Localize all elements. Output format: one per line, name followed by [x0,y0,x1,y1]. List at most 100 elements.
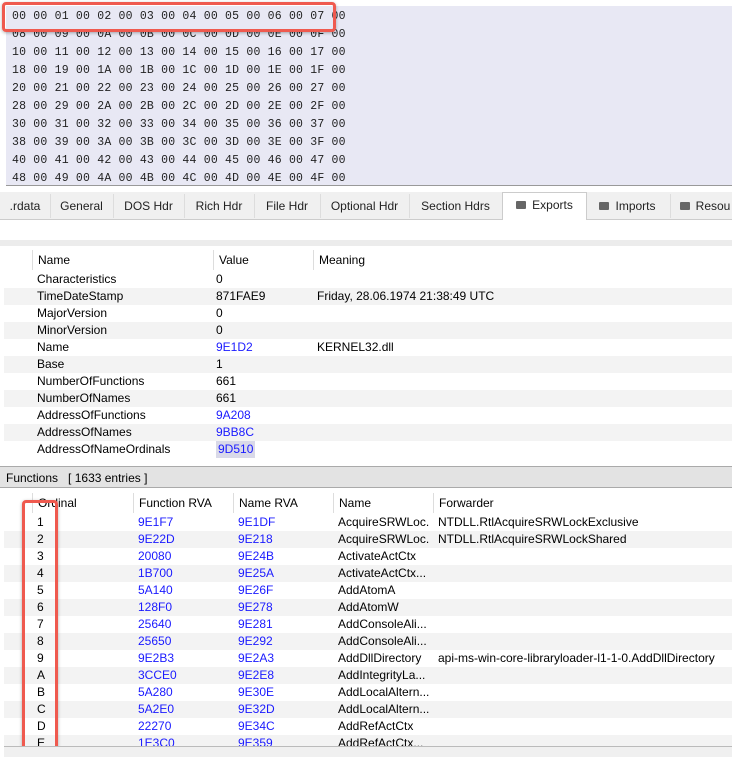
function-name: AddIntegrityLa... [338,668,426,682]
table-row[interactable]: TimeDateStamp 871FAE9 Friday, 28.06.1974 2… [4,288,732,305]
table-row[interactable]: D 22270 9E34C AddRefActCtx [4,718,732,735]
field-value[interactable]: 871FAE9 [216,288,265,305]
function-rva[interactable]: 9E22D [138,531,175,548]
tab-richhdr[interactable]: Rich Hdr [184,194,255,218]
function-rva[interactable]: 1E3C0 [138,735,175,746]
field-value[interactable]: 661 [216,390,236,407]
table-row[interactable]: NumberOfFunctions 661 [4,373,732,390]
name-rva[interactable]: 9E2E8 [238,667,274,684]
tab-doshdr[interactable]: DOS Hdr [113,194,185,218]
table-row[interactable]: AddressOfFunctions 9A208 [4,407,732,424]
table-row[interactable]: 9 9E2B3 9E2A3 AddDllDirectory api-ms-win-cor… [4,650,732,667]
field-value[interactable]: 0 [216,322,223,339]
field-value[interactable]: 9A208 [216,407,251,424]
table-row[interactable]: 8 25650 9E292 AddConsoleAli... [4,633,732,650]
table-row[interactable]: NumberOfNames 661 [4,390,732,407]
field-name: MinorVersion [37,323,108,337]
column-header-value[interactable]: Value [213,250,249,270]
hex-row: 38 00 39 00 3A 00 3B 00 3C 00 3D 00 3E 0… [12,136,346,149]
function-rva[interactable]: 5A140 [138,582,173,599]
function-rva[interactable]: 25640 [138,616,171,633]
function-name: AddRefActCtx... [338,736,424,746]
name-rva[interactable]: 9E281 [238,616,273,633]
functions-header-bar: Functions [ 1633 entries ] [0,466,732,488]
tab-optionalhdr[interactable]: Optional Hdr [320,194,410,218]
function-rva[interactable]: 3CCE0 [138,667,177,684]
function-rva[interactable]: 128F0 [138,599,172,616]
name-rva[interactable]: 9E278 [238,599,273,616]
hex-view[interactable]: 00 00 01 00 02 00 03 00 04 00 05 00 06 0… [6,6,732,186]
name-rva[interactable]: 9E32D [238,701,275,718]
tab-label: Imports [615,199,656,213]
field-meaning: Friday, 28.06.1974 21:38:49 UTC [317,289,495,303]
column-header-name[interactable]: Name [333,493,371,513]
table-row[interactable]: Name 9E1D2 KERNEL32.dll [4,339,732,356]
tab-sectionhdrs[interactable]: Section Hdrs [409,194,503,218]
function-rva[interactable]: 25650 [138,633,171,650]
name-rva[interactable]: 9E26F [238,582,273,599]
tab-general[interactable]: General [50,194,114,218]
column-header-name[interactable]: Name [32,250,70,270]
name-rva[interactable]: 9E30E [238,684,274,701]
tab-filehdr[interactable]: File Hdr [254,194,321,218]
table-row[interactable]: E 1E3C0 9E359 AddRefActCtx... [4,735,732,746]
field-value[interactable]: 0 [216,271,223,288]
table-row[interactable]: 6 128F0 9E278 AddAtomW [4,599,732,616]
name-rva[interactable]: 9E359 [238,735,273,746]
table-row[interactable]: AddressOfNameOrdinals 9D510 [4,441,732,458]
table-row[interactable]: C 5A2E0 9E32D AddLocalAltern... [4,701,732,718]
function-rva[interactable]: 5A2E0 [138,701,174,718]
name-rva[interactable]: 9E24B [238,548,274,565]
table-row[interactable]: MajorVersion 0 [4,305,732,322]
table-row[interactable]: 7 25640 9E281 AddConsoleAli... [4,616,732,633]
column-header-forwarder[interactable]: Forwarder [433,493,494,513]
table-row[interactable]: A 3CCE0 9E2E8 AddIntegrityLa... [4,667,732,684]
column-header-meaning[interactable]: Meaning [313,250,365,270]
tab-rdata[interactable]: .rdata [0,194,51,218]
field-value[interactable]: 661 [216,373,236,390]
function-name: AddAtomA [338,583,396,597]
name-rva[interactable]: 9E1DF [238,514,275,531]
name-rva[interactable]: 9E218 [238,531,273,548]
table-row[interactable]: 2 9E22D 9E218 AcquireSRWLoc... NTDLL.RtlAcqu… [4,531,732,548]
field-value[interactable]: 0 [216,305,223,322]
field-value[interactable]: 9D510 [216,441,256,458]
function-rva[interactable]: 1B700 [138,565,173,582]
function-name: AcquireSRWLoc... [338,515,430,529]
horizontal-scrollbar[interactable] [4,746,732,757]
functions-count: [ 1633 entries ] [68,471,148,485]
field-value[interactable]: 9E1D2 [216,339,253,356]
table-row[interactable]: Characteristics 0 [4,271,732,288]
function-name: ActivateActCtx [338,549,417,563]
field-value[interactable]: 1 [216,356,223,373]
field-value[interactable]: 9BB8C [216,424,254,441]
table-row[interactable]: AddressOfNames 9BB8C [4,424,732,441]
table-row[interactable]: 5 5A140 9E26F AddAtomA [4,582,732,599]
highlight-hex-row [2,2,336,32]
table-row[interactable]: 4 1B700 9E25A ActivateActCtx... [4,565,732,582]
table-row[interactable]: 1 9E1F7 9E1DF AcquireSRWLoc... NTDLL.RtlAcqu… [4,514,732,531]
function-rva[interactable]: 5A280 [138,684,173,701]
tab-imports[interactable]: Imports [585,194,671,218]
function-rva[interactable]: 20080 [138,548,171,565]
table-row[interactable]: MinorVersion 0 [4,322,732,339]
tab-label: General [60,199,103,213]
name-rva[interactable]: 9E292 [238,633,273,650]
function-rva[interactable]: 9E1F7 [138,514,173,531]
tab-label: Resou [695,199,731,213]
table-row[interactable]: Base 1 [4,356,732,373]
function-name: AcquireSRWLoc... [338,532,430,546]
column-header-function-rva[interactable]: Function RVA [133,493,212,513]
function-rva[interactable]: 9E2B3 [138,650,174,667]
table-row[interactable]: 3 20080 9E24B ActivateActCtx [4,548,732,565]
table-row[interactable]: B 5A280 9E30E AddLocalAltern... [4,684,732,701]
name-rva[interactable]: 9E2A3 [238,650,274,667]
tab-exports[interactable]: Exports [502,192,587,220]
tab-resou[interactable]: Resou [670,194,732,218]
function-name: AddAtomW [338,600,399,614]
hex-row: 20 00 21 00 22 00 23 00 24 00 25 00 26 0… [12,82,346,95]
name-rva[interactable]: 9E25A [238,565,274,582]
name-rva[interactable]: 9E34C [238,718,275,735]
function-rva[interactable]: 22270 [138,718,171,735]
column-header-name-rva[interactable]: Name RVA [233,493,298,513]
